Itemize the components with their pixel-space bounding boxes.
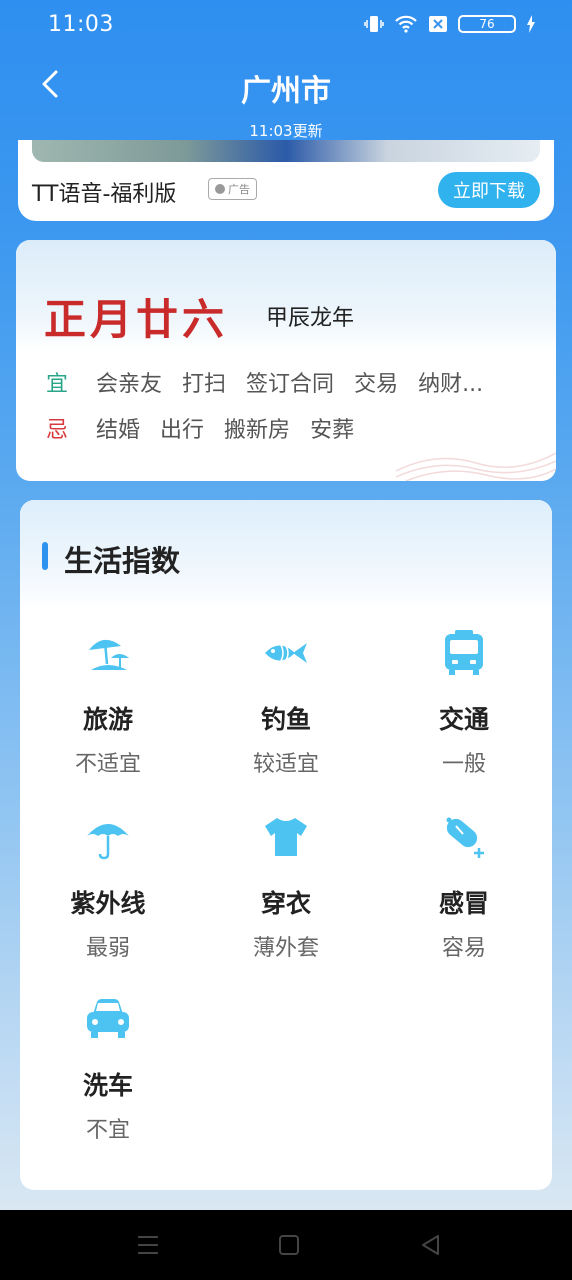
status-time: 11:03	[48, 12, 114, 37]
index-name: 紫外线	[70, 889, 146, 918]
bad-item: 出行	[160, 418, 205, 443]
ad-badge-label: 广告	[228, 183, 250, 196]
bus-icon	[445, 630, 483, 675]
index-name: 旅游	[82, 705, 133, 734]
bad-item: 结婚	[96, 418, 141, 443]
status-icons: 76	[364, 14, 536, 34]
sim-blocked-icon	[429, 16, 447, 32]
tshirt-icon	[265, 818, 307, 856]
index-value: 较适宜	[252, 752, 319, 777]
download-button[interactable]: 立即下载	[438, 172, 540, 208]
ad-badge: 广告	[208, 178, 257, 200]
almanac-good-row: 宜 会亲友 打扫 签订合同 交易 纳财...	[46, 366, 483, 398]
almanac-bad-row: 忌 结婚 出行 搬新房 安葬	[46, 412, 354, 444]
good-item: 交易	[354, 372, 399, 397]
index-name: 洗车	[82, 1071, 133, 1100]
ad-title[interactable]: TT语音-福利版	[32, 176, 176, 208]
good-item: 纳财...	[418, 372, 484, 397]
index-value: 不适宜	[74, 752, 141, 777]
bad-item: 搬新房	[224, 418, 291, 443]
index-item-travel[interactable]: 旅游 不适宜	[38, 628, 178, 778]
index-name: 交通	[438, 705, 489, 734]
menu-icon[interactable]	[135, 1232, 161, 1258]
good-item: 会亲友	[96, 372, 163, 397]
status-bar: 11:03 76	[0, 0, 572, 50]
section-accent-bar	[42, 542, 48, 570]
home-icon[interactable]	[276, 1232, 302, 1258]
fish-icon	[265, 643, 307, 663]
section-title: 生活指数	[64, 544, 181, 578]
pill-icon	[446, 817, 484, 858]
nav-header: 广州市 11:03更新	[0, 50, 572, 140]
beach-umbrella-icon	[89, 639, 129, 670]
city-title: 广州市	[241, 74, 331, 109]
battery-indicator: 76	[458, 15, 516, 33]
index-item-traffic[interactable]: 交通 一般	[394, 628, 534, 778]
index-item-cold[interactable]: 感冒 容易	[394, 812, 534, 962]
car-icon	[87, 999, 129, 1038]
lunar-date: 正月廿六	[44, 295, 229, 344]
index-item-clothing[interactable]: 穿衣 薄外套	[216, 812, 356, 962]
ad-image[interactable]	[32, 140, 540, 162]
life-index-card: 生活指数 旅游 不适宜 钓鱼 较适宜 交通 一般 紫外线 最弱 穿衣 薄外套 感…	[20, 500, 552, 1190]
ad-card[interactable]: TT语音-福利版 广告 立即下载	[18, 140, 554, 221]
wave-decoration	[396, 452, 556, 481]
good-tag: 宜	[46, 372, 69, 397]
index-value: 最弱	[85, 936, 130, 961]
index-item-carwash[interactable]: 洗车 不宜	[38, 994, 178, 1144]
index-value: 一般	[441, 752, 486, 777]
bad-item: 安葬	[310, 418, 355, 443]
index-item-fishing[interactable]: 钓鱼 较适宜	[216, 628, 356, 778]
battery-level: 76	[479, 17, 495, 31]
lunar-year: 甲辰龙年	[266, 306, 355, 331]
umbrella-icon	[87, 824, 129, 860]
system-nav-bar	[0, 1210, 572, 1280]
charging-icon	[527, 15, 535, 33]
index-name: 钓鱼	[260, 705, 311, 734]
good-item: 打扫	[182, 372, 227, 397]
ad-logo-icon	[215, 184, 225, 194]
almanac-card[interactable]: 正月廿六 甲辰龙年 宜 会亲友 打扫 签订合同 交易 纳财... 忌 结婚 出行…	[16, 240, 556, 481]
index-name: 感冒	[438, 889, 489, 918]
wifi-icon	[395, 15, 417, 33]
good-item: 签订合同	[246, 372, 335, 397]
bad-tag: 忌	[46, 418, 69, 443]
vibrate-icon	[364, 16, 384, 32]
back-nav-icon[interactable]	[417, 1232, 443, 1258]
index-item-uv[interactable]: 紫外线 最弱	[38, 812, 178, 962]
index-value: 不宜	[85, 1118, 130, 1143]
index-value: 容易	[441, 936, 486, 961]
index-name: 穿衣	[260, 889, 311, 918]
update-time: 11:03更新	[249, 122, 323, 140]
index-value: 薄外套	[252, 936, 319, 961]
